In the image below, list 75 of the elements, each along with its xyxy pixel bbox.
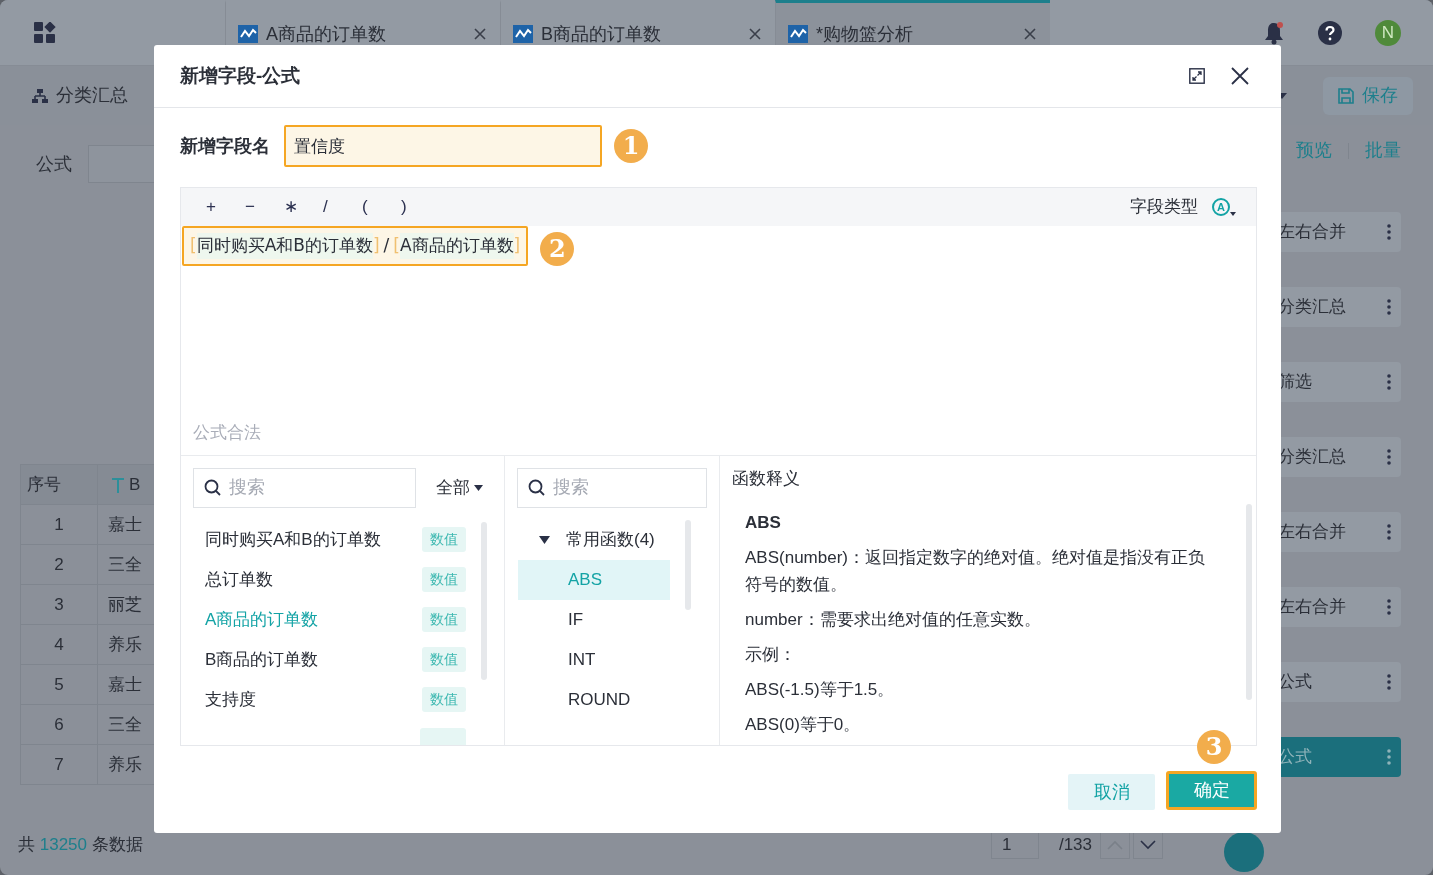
kebab-icon[interactable] <box>1387 449 1391 465</box>
field-type-label: 字段类型 <box>1130 196 1198 219</box>
chevron-down-icon <box>1140 840 1156 850</box>
operator-button[interactable]: ∗ <box>284 194 323 220</box>
kebab-icon[interactable] <box>1387 224 1391 240</box>
save-icon <box>1338 87 1354 104</box>
caret-icon <box>474 484 483 491</box>
filter-dropdown[interactable]: 全部 <box>436 475 483 501</box>
formula-expression[interactable]: [同时购买A和B的订单数] / [A商品的订单数] <box>182 226 529 267</box>
search-icon <box>204 479 221 497</box>
help-text: number：需要求出绝对值的任意实数。 <box>745 609 1042 632</box>
step-marker: 2 <box>540 232 575 267</box>
add-button[interactable] <box>1224 832 1264 872</box>
help-text: ABS(0)等于0。 <box>745 714 862 737</box>
type-tag: 数值 <box>422 607 466 633</box>
function-item[interactable]: ABS <box>518 559 670 600</box>
page-total: /133 <box>1058 834 1092 857</box>
app-grid-icon[interactable] <box>34 21 56 44</box>
help-text: ABS(-1.5)等于1.5。 <box>745 679 896 702</box>
table-cell: 2 <box>20 544 98 585</box>
operator-button[interactable]: − <box>245 194 284 220</box>
help-heading: 函数释义 <box>732 467 801 490</box>
field-name-input[interactable]: 置信度 <box>284 125 602 167</box>
operator-button[interactable]: + <box>206 194 245 220</box>
kebab-icon[interactable] <box>1387 749 1391 765</box>
function-group[interactable]: 常用函数(4) <box>517 519 707 560</box>
formula-status: 公式合法 <box>193 423 261 443</box>
function-item[interactable]: ROUND <box>518 679 670 720</box>
kebab-icon[interactable] <box>1387 299 1391 315</box>
table-cell: 5 <box>20 664 98 705</box>
type-tag: 数值 <box>422 567 466 593</box>
expand-icon[interactable] <box>1189 68 1205 84</box>
type-tag: 数值 <box>422 687 466 713</box>
search-icon <box>528 479 545 497</box>
avatar[interactable]: N <box>1375 19 1401 46</box>
function-item[interactable]: INT <box>518 639 670 680</box>
group-button[interactable]: 分类汇总 <box>32 82 128 109</box>
kebab-icon[interactable] <box>1387 524 1391 540</box>
type-tag: 数值 <box>422 647 466 673</box>
operator-button[interactable]: / <box>323 194 362 220</box>
table-cell: 4 <box>20 624 98 665</box>
chart-icon <box>238 25 258 43</box>
caret-icon <box>1230 212 1236 217</box>
close-icon[interactable] <box>1231 67 1249 85</box>
dialog-title: 新增字段-公式 <box>180 63 302 88</box>
kebab-icon[interactable] <box>1387 374 1391 390</box>
field-name-label: 新增字段名 <box>180 134 271 158</box>
text-type-icon <box>111 476 125 493</box>
cancel-button[interactable]: 取消 <box>1068 774 1155 810</box>
table-cell: 7 <box>20 744 98 785</box>
confirm-button[interactable]: 确定 <box>1166 771 1257 810</box>
help-text: 示例： <box>745 644 797 667</box>
step-marker: 1 <box>614 129 648 163</box>
help-text: ABS(number)：返回指定数字的绝对值。绝对值是指没有正负符号的数值。 <box>745 547 1206 597</box>
type-tag: 数值 <box>422 527 466 553</box>
record-count: 共 13250 条数据 <box>18 834 143 857</box>
table-cell: 3 <box>20 584 98 625</box>
formula-label: 公式 <box>36 152 72 176</box>
table-cell: 1 <box>20 504 98 545</box>
help-icon[interactable] <box>1318 20 1342 45</box>
step-marker: 3 <box>1197 730 1231 764</box>
chart-icon <box>788 25 808 43</box>
kebab-icon[interactable] <box>1387 674 1391 690</box>
kebab-icon[interactable] <box>1387 599 1391 615</box>
function-item[interactable]: IF <box>518 599 670 640</box>
operator-button[interactable]: ( <box>362 194 401 220</box>
column-header: 序号 <box>20 464 98 505</box>
caret-down-icon <box>539 535 550 544</box>
bell-icon[interactable] <box>1263 20 1285 45</box>
operator-button[interactable]: ) <box>401 194 440 220</box>
table-cell: 6 <box>20 704 98 745</box>
hierarchy-icon <box>32 88 48 103</box>
type-tag <box>420 727 466 745</box>
function-title: ABS <box>745 512 782 535</box>
chart-icon <box>513 25 533 43</box>
